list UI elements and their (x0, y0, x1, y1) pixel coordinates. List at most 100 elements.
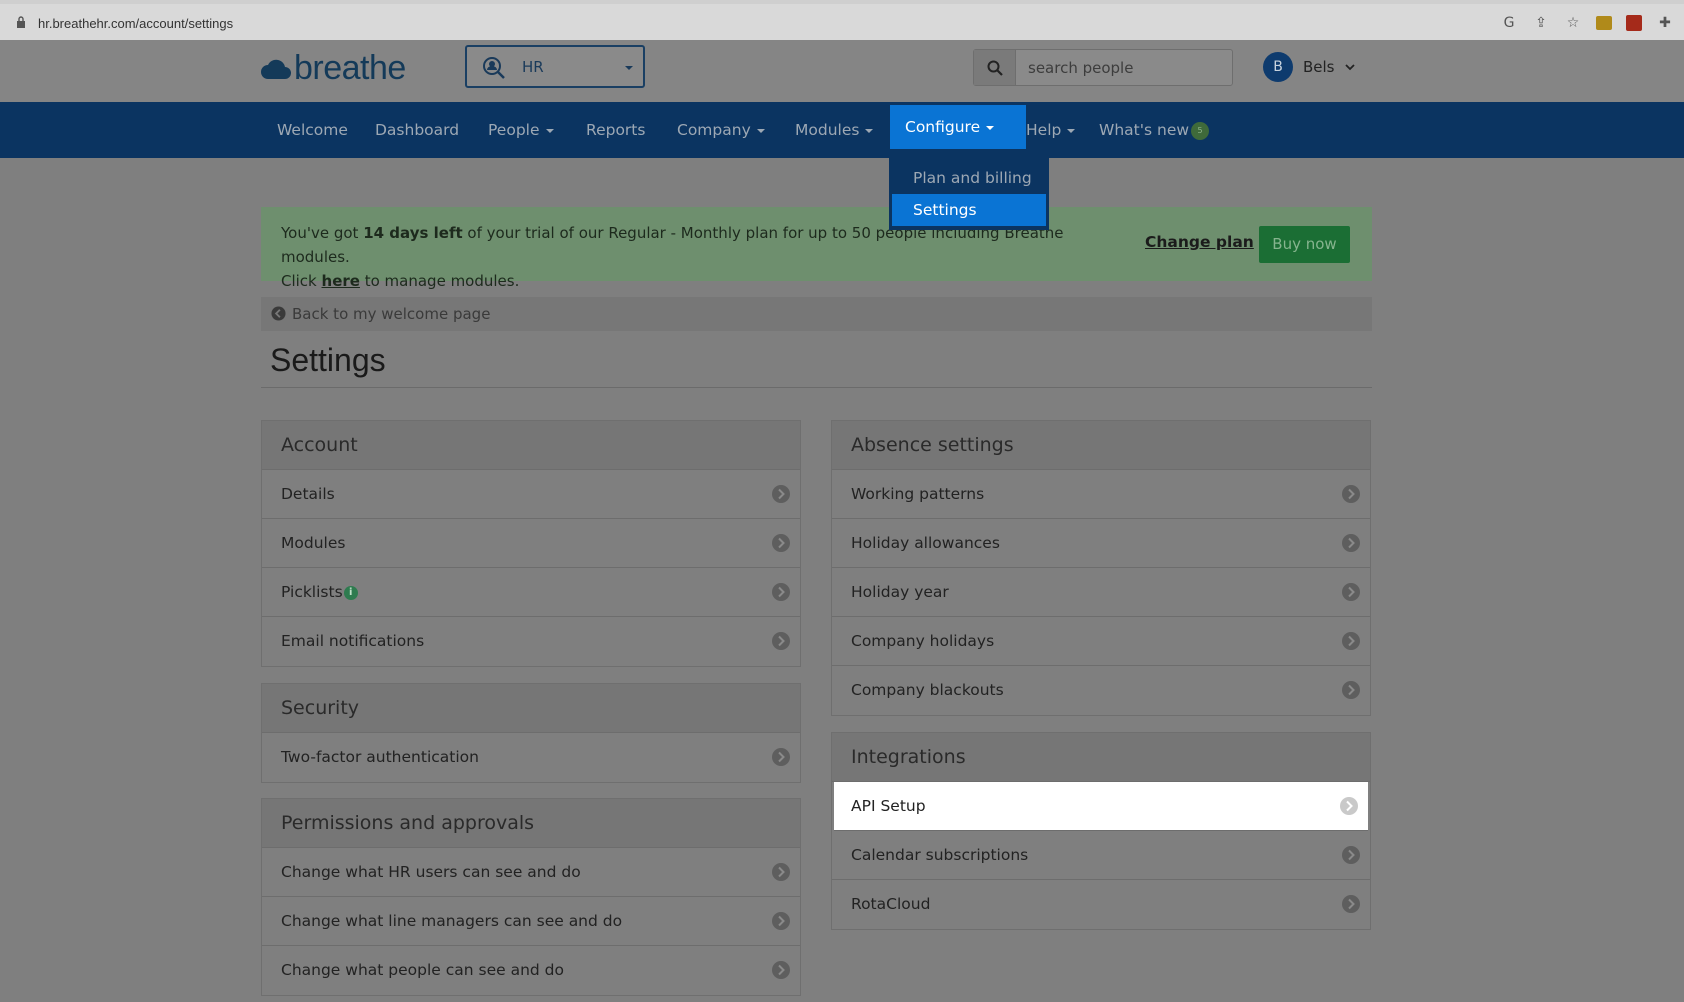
arrow-right-circle-icon (1342, 534, 1360, 552)
row-label: Picklists (281, 583, 343, 601)
search-input[interactable] (1016, 50, 1232, 85)
row-label: Calendar subscriptions (851, 846, 1029, 864)
arrow-right-circle-icon (772, 632, 790, 650)
nav-label: Dashboard (375, 121, 460, 139)
row-label: Details (281, 485, 335, 503)
nav-whats-new[interactable]: What's new 5 (1099, 102, 1210, 158)
main-nav: Welcome Dashboard People Reports Company… (0, 102, 1684, 158)
nav-dashboard[interactable]: Dashboard (375, 102, 459, 158)
people-search (973, 49, 1233, 86)
change-plan-link[interactable]: Change plan (1145, 233, 1254, 251)
settings-row-line-managers[interactable]: Change what line managers can see and do (262, 897, 800, 946)
row-label: Change what people can see and do (281, 961, 564, 979)
settings-row-email-notifications[interactable]: Email notifications (262, 617, 800, 666)
search-button[interactable] (974, 50, 1016, 85)
arrow-right-circle-icon (772, 912, 790, 930)
arrow-right-circle-icon (1342, 846, 1360, 864)
avatar: B (1263, 52, 1293, 82)
nav-help[interactable]: Help (1026, 102, 1076, 158)
google-icon[interactable]: G (1500, 14, 1518, 32)
trial-text: to manage modules. (359, 272, 520, 290)
settings-row-hr-users[interactable]: Change what HR users can see and do (262, 848, 800, 897)
nav-people[interactable]: People (488, 102, 554, 158)
settings-row-api-setup[interactable]: API Setup (834, 782, 1368, 831)
row-label: Holiday allowances (851, 534, 1000, 552)
menu-item-plan-and-billing[interactable]: Plan and billing (889, 162, 1049, 194)
arrow-right-circle-icon (772, 534, 790, 552)
panel-title: Account (262, 421, 800, 470)
settings-row-holiday-allowances[interactable]: Holiday allowances (832, 519, 1370, 568)
settings-row-company-holidays[interactable]: Company holidays (832, 617, 1370, 666)
nav-modules[interactable]: Modules (795, 102, 874, 158)
info-icon[interactable]: i (343, 585, 358, 600)
module-select-value: HR (522, 58, 544, 76)
caret-down-icon (865, 128, 874, 133)
row-label: Two-factor authentication (281, 748, 479, 766)
url-text[interactable]: hr.breathehr.com/account/settings (38, 16, 233, 31)
back-link-bar[interactable]: Back to my welcome page (261, 297, 1372, 331)
chevron-down-icon (1344, 64, 1355, 71)
caret-down-icon (545, 128, 554, 133)
nav-label: People (488, 121, 540, 139)
nav-label: Company (677, 121, 751, 139)
extension-icon[interactable] (1626, 15, 1642, 31)
lock-icon (17, 16, 25, 28)
trial-banner: You've got 14 days left of your trial of… (261, 207, 1372, 290)
panel-absence-settings: Absence settings Working patterns Holida… (831, 420, 1371, 716)
settings-row-holiday-year[interactable]: Holiday year (832, 568, 1370, 617)
module-select[interactable]: HR (465, 45, 645, 88)
settings-row-people[interactable]: Change what people can see and do (262, 946, 800, 995)
settings-row-modules[interactable]: Modules (262, 519, 800, 568)
settings-row-rotacloud[interactable]: RotaCloud (832, 880, 1370, 929)
nav-label: Configure (905, 118, 981, 136)
settings-row-calendar-subscriptions[interactable]: Calendar subscriptions (832, 831, 1370, 880)
settings-row-working-patterns[interactable]: Working patterns (832, 470, 1370, 519)
page-title: Settings (270, 342, 386, 378)
settings-row-details[interactable]: Details (262, 470, 800, 519)
menu-item-settings[interactable]: Settings (892, 194, 1046, 226)
cloud-logo-icon (261, 59, 291, 79)
row-label: Modules (281, 534, 346, 552)
divider (261, 387, 1372, 388)
configure-dropdown: Plan and billing Settings (889, 158, 1049, 230)
arrow-right-circle-icon (1342, 485, 1360, 503)
nav-label: Reports (586, 121, 646, 139)
nav-welcome[interactable]: Welcome (277, 102, 348, 158)
arrow-right-circle-icon (1342, 895, 1360, 913)
star-icon[interactable]: ☆ (1564, 14, 1582, 32)
caret-down-icon (1067, 128, 1076, 133)
row-label: Change what HR users can see and do (281, 863, 581, 881)
people-search-icon (483, 57, 505, 79)
settings-row-company-blackouts[interactable]: Company blackouts (832, 666, 1370, 715)
row-label: Working patterns (851, 485, 985, 503)
settings-row-two-factor[interactable]: Two-factor authentication (262, 733, 800, 782)
arrow-right-circle-icon (1342, 583, 1360, 601)
nav-label: Welcome (277, 121, 348, 139)
settings-row-picklists[interactable]: Picklists i (262, 568, 800, 617)
user-name: Bels (1303, 58, 1335, 76)
row-label: API Setup (851, 797, 926, 815)
panel-security: Security Two-factor authentication (261, 683, 801, 783)
panel-title: Absence settings (832, 421, 1370, 470)
search-icon (987, 60, 1003, 76)
manage-modules-link[interactable]: here (322, 272, 360, 290)
breathe-logo[interactable]: breathe (260, 48, 406, 88)
puzzle-icon[interactable]: ✚ (1656, 14, 1674, 32)
caret-down-icon (625, 66, 633, 70)
arrow-left-circle-icon (271, 306, 286, 321)
extension-icon[interactable] (1596, 16, 1612, 30)
nav-label: Help (1026, 121, 1062, 139)
nav-configure[interactable]: Configure (890, 105, 1026, 149)
nav-reports[interactable]: Reports (586, 102, 645, 158)
share-icon[interactable]: ⇪ (1532, 14, 1550, 32)
arrow-right-circle-icon (772, 748, 790, 766)
trial-text: Click (281, 272, 322, 290)
arrow-right-circle-icon (1342, 632, 1360, 650)
buy-now-button[interactable]: Buy now (1259, 226, 1350, 263)
user-menu[interactable]: B Bels (1263, 52, 1355, 82)
nav-company[interactable]: Company (677, 102, 765, 158)
browser-address-bar: hr.breathehr.com/account/settings G ⇪ ☆ … (0, 0, 1684, 40)
nav-label: What's new (1099, 121, 1190, 139)
row-label: Company blackouts (851, 681, 1004, 699)
caret-down-icon (986, 125, 995, 130)
